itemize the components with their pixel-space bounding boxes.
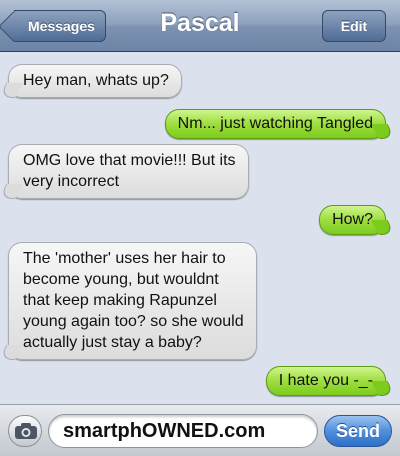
message-bubble-incoming: The 'mother' uses her hair to become you…: [8, 242, 257, 360]
message-text: How?: [332, 211, 373, 228]
message-bubble-outgoing: I hate you -_-: [265, 366, 386, 396]
message-bubble-incoming: OMG love that movie!!! But its very inco…: [8, 144, 249, 199]
message-text: OMG love that movie!!! But its very inco…: [23, 152, 236, 190]
send-button[interactable]: Send: [324, 415, 392, 447]
message-input-bar: smartphOWNED.com Send: [0, 404, 400, 456]
message-bubble-outgoing: Nm... just watching Tangled: [164, 109, 386, 139]
message-text-field[interactable]: smartphOWNED.com: [48, 414, 318, 448]
message-text: The 'mother' uses her hair to become you…: [23, 250, 244, 351]
message-bubble-outgoing: How?: [319, 205, 386, 235]
message-text: I hate you -_-: [278, 372, 373, 389]
message-text: Hey man, whats up?: [23, 72, 169, 89]
message-thread: Hey man, whats up? Nm... just watching T…: [0, 52, 400, 404]
back-button-label: Messages: [28, 18, 95, 34]
message-bubble-incoming: Hey man, whats up?: [8, 64, 182, 98]
camera-icon: [15, 423, 37, 439]
navigation-bar: Messages Pascal Edit: [0, 0, 400, 52]
edit-button[interactable]: Edit: [322, 10, 386, 42]
camera-button[interactable]: [8, 415, 42, 447]
message-text: Nm... just watching Tangled: [177, 115, 373, 132]
